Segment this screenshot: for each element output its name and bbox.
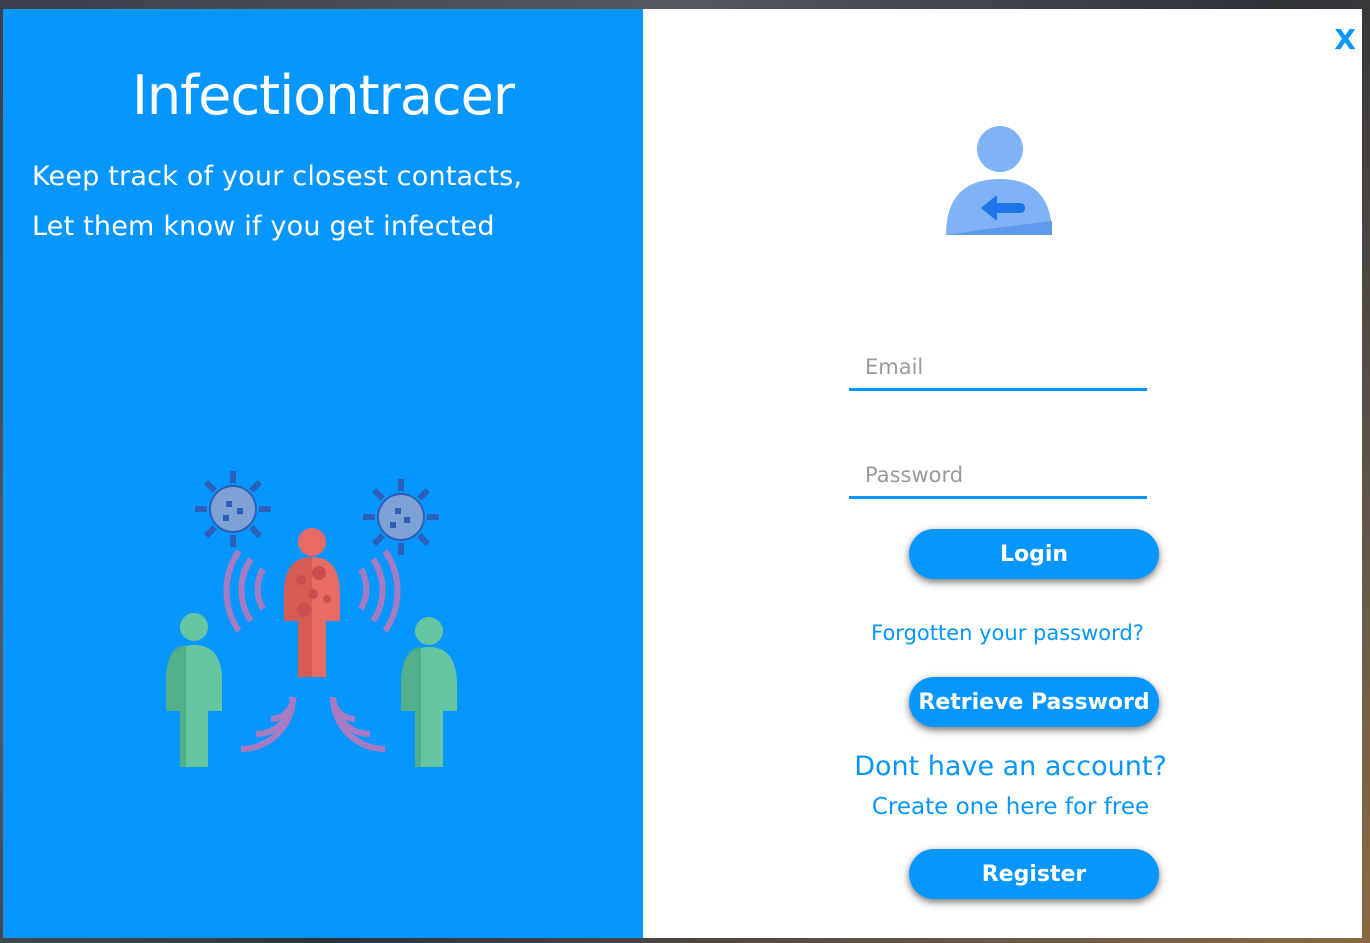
login-window: Infectiontracer Keep track of your close… bbox=[3, 9, 1362, 938]
forgot-password-link[interactable]: Forgotten your password? bbox=[643, 621, 1362, 645]
create-account-link[interactable]: Create one here for free bbox=[643, 794, 1362, 820]
no-account-text: Dont have an account? bbox=[854, 751, 1167, 782]
login-button[interactable]: Login bbox=[909, 529, 1159, 579]
infected-person-icon bbox=[284, 528, 340, 677]
email-field[interactable] bbox=[849, 345, 1147, 391]
retrieve-password-button[interactable]: Retrieve Password bbox=[909, 677, 1159, 727]
password-field[interactable] bbox=[849, 453, 1147, 499]
infection-spread-illustration bbox=[166, 471, 457, 767]
person-icon bbox=[401, 617, 457, 767]
person-icon bbox=[166, 613, 222, 767]
app-title: Infectiontracer bbox=[131, 64, 515, 127]
close-button[interactable]: X bbox=[1334, 23, 1356, 56]
tagline-line-2: Let them know if you get infected bbox=[32, 211, 495, 242]
tagline-line-1: Keep track of your closest contacts, bbox=[32, 161, 523, 192]
virus-icon bbox=[363, 479, 439, 555]
register-button[interactable]: Register bbox=[909, 849, 1159, 899]
user-login-icon bbox=[946, 126, 1052, 235]
login-panel: X Login Forgotten your password? Retriev… bbox=[643, 9, 1362, 938]
virus-icon bbox=[195, 471, 271, 547]
brand-panel: Infectiontracer Keep track of your close… bbox=[3, 9, 643, 938]
